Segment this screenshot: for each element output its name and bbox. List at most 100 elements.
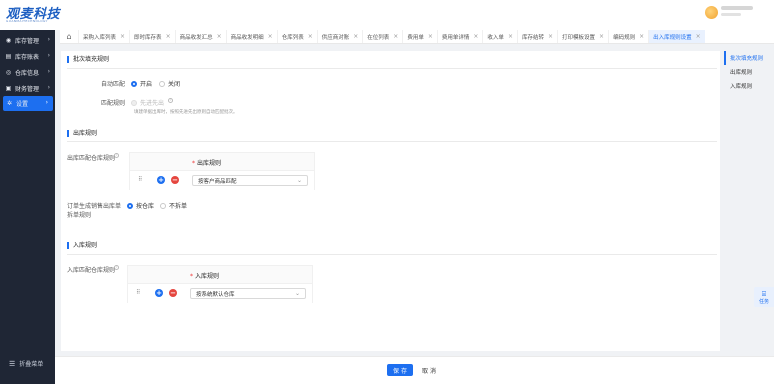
collapse-icon: ☰: [9, 359, 16, 368]
close-icon[interactable]: ×: [428, 33, 433, 40]
radio-label: 按仓库: [136, 203, 155, 210]
help-icon[interactable]: ?: [168, 98, 173, 103]
help-icon[interactable]: ?: [114, 153, 119, 158]
split-label-line2: 拆单规则: [67, 212, 92, 219]
outbound-rule-table: * 出库规则 ⠿ + − 按客户商品匹配 ⌄: [129, 152, 315, 190]
collapse-menu-button[interactable]: ☰ 折叠菜单: [9, 359, 44, 369]
sidebar-item-label: 财务管理: [15, 86, 40, 93]
inbound-match-label: 入库匹配仓库规则: [67, 267, 116, 274]
tab-location-list[interactable]: 在位列表 ×: [362, 30, 402, 43]
radio-dot: [131, 99, 137, 106]
tab-purchase-inbound[interactable]: 采购入库列表 ×: [78, 30, 129, 43]
tab-label: 费用单: [407, 34, 424, 41]
close-icon[interactable]: ×: [120, 33, 125, 40]
anchor-item-outbound[interactable]: 出库规则: [724, 65, 774, 79]
add-row-button[interactable]: +: [155, 289, 163, 297]
tab-supplier-reconcile[interactable]: 供应商对账 ×: [316, 30, 363, 43]
radio-label: 开启: [140, 81, 153, 88]
tab-goods-detail[interactable]: 商品收发明细 ×: [225, 30, 277, 43]
home-icon[interactable]: ⌂: [60, 30, 78, 43]
tab-income[interactable]: 收入单 ×: [482, 30, 517, 43]
sidebar-item-warehouse[interactable]: ◎ 仓库信息 ›: [0, 65, 55, 80]
help-icon[interactable]: ?: [114, 265, 119, 270]
tab-goods-summary[interactable]: 商品收发汇总 ×: [174, 30, 226, 43]
user-avatar[interactable]: [705, 6, 718, 19]
close-icon[interactable]: ×: [217, 33, 222, 40]
add-row-button[interactable]: +: [157, 176, 165, 184]
logo: 观麦科技 GUANMAITECHNOLOGY: [6, 3, 62, 25]
collapse-menu-label: 折叠菜单: [19, 361, 44, 368]
required-mark: *: [190, 273, 193, 280]
user-info-blurred[interactable]: [721, 6, 753, 19]
close-icon[interactable]: ×: [353, 33, 358, 40]
sidebar-item-settings[interactable]: ✲ 设置 ›: [3, 96, 53, 111]
table-row: ⠿ + − 按客户商品匹配 ⌄: [130, 170, 314, 190]
close-icon[interactable]: ×: [268, 33, 273, 40]
no-split-radio[interactable]: 不拆单: [160, 201, 187, 210]
ledger-icon: ▤: [5, 52, 12, 60]
radio-label: 先进先出: [140, 100, 165, 107]
split-by-warehouse-radio[interactable]: 按仓库: [127, 201, 154, 210]
close-icon[interactable]: ×: [473, 33, 478, 40]
tab-instant-stock[interactable]: 即时库存表 ×: [129, 30, 175, 43]
drag-handle-icon[interactable]: ⠿: [136, 289, 141, 296]
inbound-col-header: * 入库规则: [190, 271, 219, 280]
inbound-rule-select[interactable]: 按系统默认仓库 ⌄: [190, 288, 306, 299]
close-icon[interactable]: ×: [166, 33, 171, 40]
section-title-outbound: 出库规则: [67, 130, 97, 137]
task-button[interactable]: ⌸ 任务: [754, 287, 774, 307]
radio-dot: [160, 202, 166, 209]
drag-handle-icon[interactable]: ⠿: [138, 176, 143, 183]
settings-icon: ✲: [6, 99, 13, 107]
tab-label: 收入单: [487, 34, 504, 41]
auto-match-label: 自动匹配: [101, 81, 126, 88]
tab-expense-detail[interactable]: 费用单详情 ×: [436, 30, 483, 43]
radio-dot: [127, 202, 133, 209]
tab-label: 打印模板设置: [562, 34, 596, 41]
sidebar: ◉ 库存管理 › ▤ 库存账表 › ◎ 仓库信息 › ▣ 财务管理 › ✲ 设置…: [0, 30, 55, 384]
cancel-button[interactable]: 取 消: [418, 364, 440, 376]
remove-row-button[interactable]: −: [171, 176, 179, 184]
outbound-rule-select[interactable]: 按客户商品匹配 ⌄: [192, 175, 308, 186]
sidebar-item-finance[interactable]: ▣ 财务管理 ›: [0, 81, 55, 96]
fifo-radio[interactable]: 先进先出: [131, 98, 164, 107]
close-icon[interactable]: ×: [393, 33, 398, 40]
close-icon[interactable]: ×: [508, 33, 513, 40]
tab-expense[interactable]: 费用单 ×: [402, 30, 437, 43]
tab-label: 采购入库列表: [83, 34, 117, 41]
anchor-item-batch[interactable]: 批次填充规则: [724, 51, 774, 65]
anchor-item-inbound[interactable]: 入库规则: [724, 79, 774, 93]
tab-inout-rules[interactable]: 出入库规则设置 ×: [648, 30, 705, 43]
divider: [67, 68, 717, 69]
tab-code-rules[interactable]: 编码规则 ×: [608, 30, 648, 43]
split-label-line1: 订单生成销售出库单: [67, 203, 122, 210]
footer-bar: [55, 356, 774, 384]
close-icon[interactable]: ×: [639, 33, 644, 40]
close-icon[interactable]: ×: [548, 33, 553, 40]
radio-label: 关闭: [168, 81, 181, 88]
tab-print-template[interactable]: 打印模板设置 ×: [557, 30, 608, 43]
auto-match-off-radio[interactable]: 关闭: [159, 79, 180, 88]
section-title-inbound: 入库规则: [67, 242, 97, 249]
sidebar-item-label: 库存管理: [15, 38, 40, 45]
close-icon[interactable]: ×: [308, 33, 313, 40]
save-button[interactable]: 保 存: [387, 364, 413, 376]
divider: [67, 141, 717, 142]
tab-label: 商品收发汇总: [179, 34, 213, 41]
sidebar-item-ledger[interactable]: ▤ 库存账表 ›: [0, 49, 55, 64]
tab-label: 编码规则: [613, 34, 636, 41]
auto-match-on-radio[interactable]: 开启: [131, 79, 152, 88]
close-icon[interactable]: ×: [599, 33, 604, 40]
tab-label: 在位列表: [367, 34, 390, 41]
tab-label: 即时库存表: [134, 34, 162, 41]
batch-hint: 填建单据出库时，按照先进先出原则自动匹配批次。: [134, 110, 238, 115]
warehouse-icon: ◎: [5, 68, 12, 76]
remove-row-button[interactable]: −: [169, 289, 177, 297]
tab-warehouse-list[interactable]: 仓库列表 ×: [276, 30, 317, 43]
table-row: ⠿ + − 按系统默认仓库 ⌄: [128, 283, 312, 303]
sidebar-item-inventory[interactable]: ◉ 库存管理 ›: [0, 33, 55, 48]
tab-stock-carryover[interactable]: 库存结转 ×: [516, 30, 557, 43]
tab-bar: ⌂ 采购入库列表 × 即时库存表 × 商品收发汇总 × 商品收发明细 × 仓库列表 × 供…: [60, 30, 774, 44]
close-icon[interactable]: ×: [696, 33, 701, 40]
chevron-down-icon: ⌄: [296, 177, 302, 184]
